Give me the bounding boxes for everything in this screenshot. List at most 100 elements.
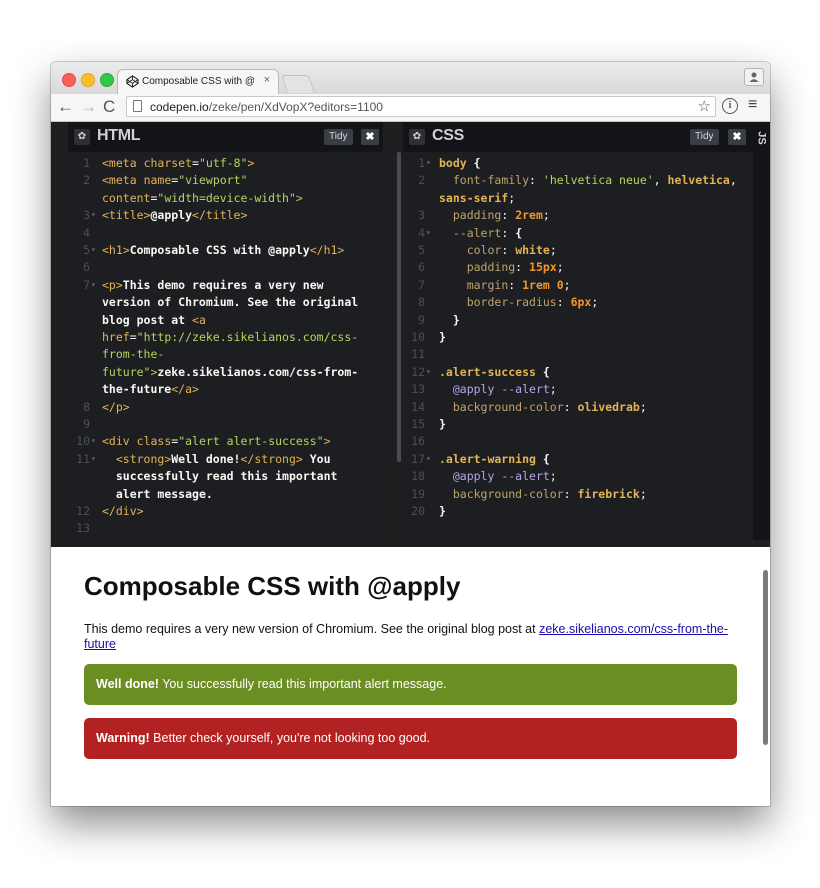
- css-fold-icon[interactable]: ▾: [426, 224, 431, 241]
- address-bar[interactable]: codepen.io/zeke/pen/XdVopX?editors=1100 …: [126, 96, 716, 117]
- css-close-button[interactable]: ✖: [728, 129, 746, 145]
- reload-button[interactable]: C: [103, 97, 115, 117]
- html-fold-icon[interactable]: ▾: [91, 206, 96, 223]
- back-button[interactable]: ←: [57, 97, 74, 117]
- css-code-line: @apply --alert;: [452, 469, 557, 484]
- css-line-number: 9: [418, 312, 425, 327]
- html-line-number: 3: [83, 208, 90, 223]
- css-panel-header: ✿ CSS Tidy ✖: [403, 122, 753, 152]
- profile-button[interactable]: [744, 68, 764, 86]
- css-line-number: 4: [418, 225, 425, 240]
- html-code-line: <title>@apply</title>: [102, 208, 248, 223]
- html-code-editor[interactable]: 1 <meta charset="utf-8"> 2 <meta name="view…: [68, 152, 383, 540]
- css-code-line: }: [439, 330, 446, 344]
- css-fold-icon[interactable]: ▾: [426, 154, 431, 171]
- new-tab-button[interactable]: [281, 75, 315, 93]
- preview-paragraph: This demo requires a very new version of…: [84, 622, 734, 652]
- css-code-line: .alert-success {: [439, 364, 550, 379]
- html-code-line: <strong>Well done!</strong> You: [115, 451, 331, 466]
- bookmark-star-icon[interactable]: ☆: [698, 97, 711, 115]
- minimize-window-button[interactable]: [81, 73, 95, 87]
- html-code-line: future">zeke.sikelianos.com/css-from-: [102, 364, 359, 379]
- close-window-button[interactable]: [62, 73, 76, 87]
- css-line-number: 3: [418, 208, 425, 223]
- url-text: codepen.io/zeke/pen/XdVopX?editors=1100: [150, 100, 383, 114]
- html-line-number: 12: [76, 504, 90, 518]
- css-settings-gear-icon[interactable]: ✿: [409, 129, 425, 145]
- html-code-line: <div class="alert alert-success">: [102, 434, 331, 449]
- html-code-line: </div>: [102, 504, 144, 518]
- forward-button[interactable]: →: [80, 97, 97, 117]
- html-code-line: from-the-: [102, 347, 165, 362]
- css-code-line: border-radius: 6px;: [466, 295, 599, 310]
- css-code-line: background-color: firebrick;: [452, 486, 647, 501]
- css-tidy-button[interactable]: Tidy: [690, 129, 719, 145]
- tab-title: Composable CSS with @ap: [142, 76, 254, 87]
- html-line-number: 10: [76, 434, 90, 449]
- css-code-editor[interactable]: 1 ▾ body {2 font-family: 'helvetica neue',…: [403, 152, 753, 540]
- browser-toolbar: ← → C codepen.io/zeke/pen/XdVopX?editors…: [51, 94, 770, 122]
- html-code-line: the-future</a>: [102, 382, 199, 397]
- css-fold-icon[interactable]: ▾: [426, 363, 431, 380]
- html-line-number: 11: [76, 451, 90, 466]
- preview-paragraph-text: This demo requires a very new version of…: [84, 622, 540, 636]
- css-line-number: 1: [418, 156, 425, 170]
- css-line-number: 15: [411, 417, 425, 431]
- css-code-line: padding: 2rem;: [452, 208, 550, 223]
- html-code-line: <meta charset="utf-8">: [102, 156, 255, 170]
- warning-alert: Warning! Better check yourself, you're n…: [84, 718, 737, 759]
- html-fold-icon[interactable]: ▾: [91, 450, 96, 467]
- css-fold-icon[interactable]: ▾: [426, 450, 431, 467]
- success-alert: Well done! You successfully read this im…: [84, 664, 737, 705]
- html-line-number: 1: [83, 156, 90, 170]
- css-code-line: background-color: olivedrab;: [452, 399, 647, 414]
- css-line-number: 11: [411, 347, 425, 362]
- page-icon: [133, 100, 142, 112]
- html-line-number: 8: [83, 399, 90, 414]
- tab-close-icon[interactable]: ×: [264, 74, 270, 86]
- css-line-number: 10: [411, 330, 425, 344]
- browser-tab[interactable]: Composable CSS with @ap ×: [117, 69, 279, 94]
- preview-scrollbar[interactable]: [763, 570, 768, 745]
- css-code-line: padding: 15px;: [466, 260, 564, 275]
- html-editor-panel: ✿ HTML Tidy ✖ 1 <meta charset="utf-8"> 2 <m…: [68, 122, 401, 540]
- menu-icon[interactable]: ≡: [748, 96, 757, 114]
- html-settings-gear-icon[interactable]: ✿: [74, 129, 90, 145]
- result-preview: Composable CSS with @apply This demo req…: [51, 547, 770, 806]
- html-code-line: <p>This demo requires a very new: [102, 277, 324, 292]
- js-panel-collapsed[interactable]: JS: [753, 122, 770, 540]
- codepen-icon: [126, 75, 139, 88]
- css-code-line: }: [439, 504, 446, 518]
- html-fold-icon[interactable]: ▾: [91, 241, 96, 258]
- html-fold-icon[interactable]: ▾: [91, 276, 96, 293]
- title-bar: Composable CSS with @ap ×: [51, 62, 770, 94]
- css-line-number: 17: [411, 451, 425, 466]
- html-line-number: 6: [83, 260, 90, 275]
- html-line-number: 5: [83, 243, 90, 257]
- css-line-number: 6: [418, 260, 425, 275]
- html-fold-icon[interactable]: ▾: [91, 432, 96, 449]
- css-code-line: font-family: 'helvetica neue', helvetica…: [452, 173, 737, 188]
- css-code-line: color: white;: [466, 243, 557, 257]
- css-code-line: sans-serif;: [439, 190, 516, 205]
- html-code-line: href="http://zeke.sikelianos.com/css-: [102, 330, 359, 344]
- html-close-button[interactable]: ✖: [361, 129, 379, 145]
- css-line-number: 19: [411, 486, 425, 501]
- editor-area: ✿ HTML Tidy ✖ 1 <meta charset="utf-8"> 2 <m…: [51, 122, 770, 607]
- html-tidy-button[interactable]: Tidy: [324, 129, 353, 145]
- css-line-number: 5: [418, 243, 425, 257]
- css-line-number: 14: [411, 399, 425, 414]
- css-line-number: 16: [411, 434, 425, 449]
- css-line-number: 20: [411, 504, 425, 518]
- js-panel-label: JS: [755, 131, 768, 145]
- success-alert-text: You successfully read this important ale…: [158, 677, 447, 691]
- html-code-line: successfully read this important: [115, 469, 338, 484]
- css-code-line: --alert: {: [452, 225, 523, 240]
- css-code-line: body {: [439, 156, 481, 170]
- zoom-window-button[interactable]: [100, 73, 114, 87]
- html-editor-scrollbar[interactable]: [397, 152, 401, 462]
- info-icon[interactable]: i: [722, 98, 738, 114]
- css-code-line: @apply --alert;: [452, 382, 557, 397]
- css-line-number: 8: [418, 295, 425, 310]
- warning-alert-text: Better check yourself, you're not lookin…: [149, 731, 431, 745]
